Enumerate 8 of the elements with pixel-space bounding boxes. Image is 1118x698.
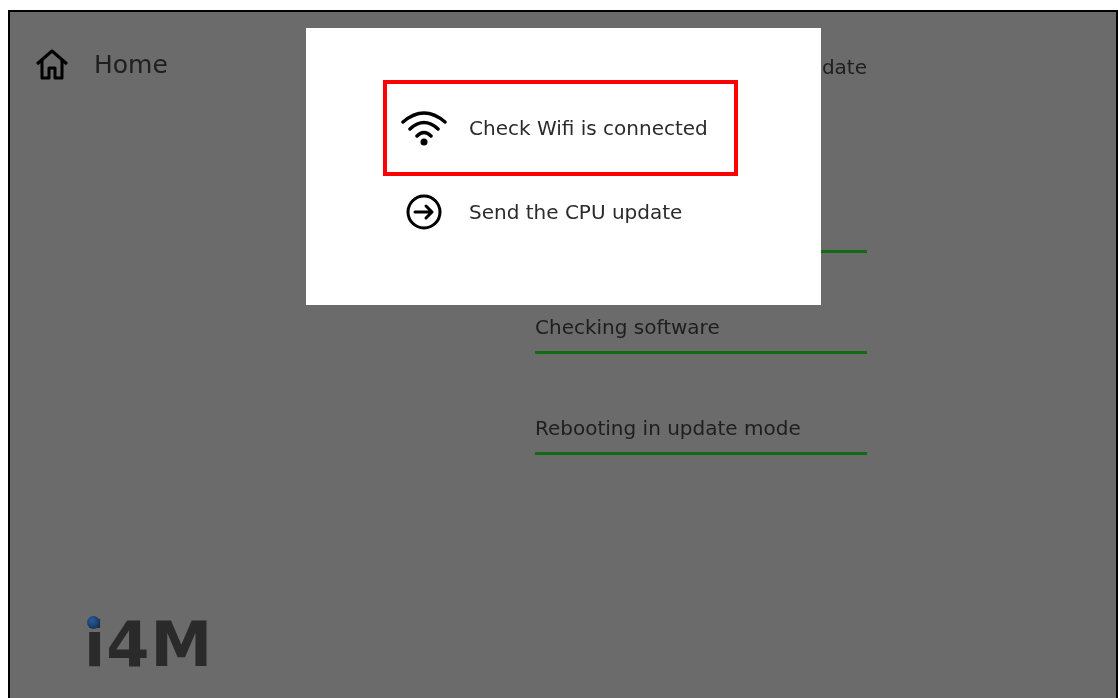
home-icon[interactable] (34, 48, 70, 80)
arrow-circle-icon (406, 194, 442, 230)
dialog-option[interactable]: Check Wifi is connected (383, 80, 738, 176)
update-step: Rebooting in update mode (535, 416, 867, 455)
wifi-icon (400, 110, 448, 146)
update-title: date (820, 55, 867, 79)
logo: i4M (84, 614, 214, 676)
update-step: Checking software (535, 315, 867, 354)
